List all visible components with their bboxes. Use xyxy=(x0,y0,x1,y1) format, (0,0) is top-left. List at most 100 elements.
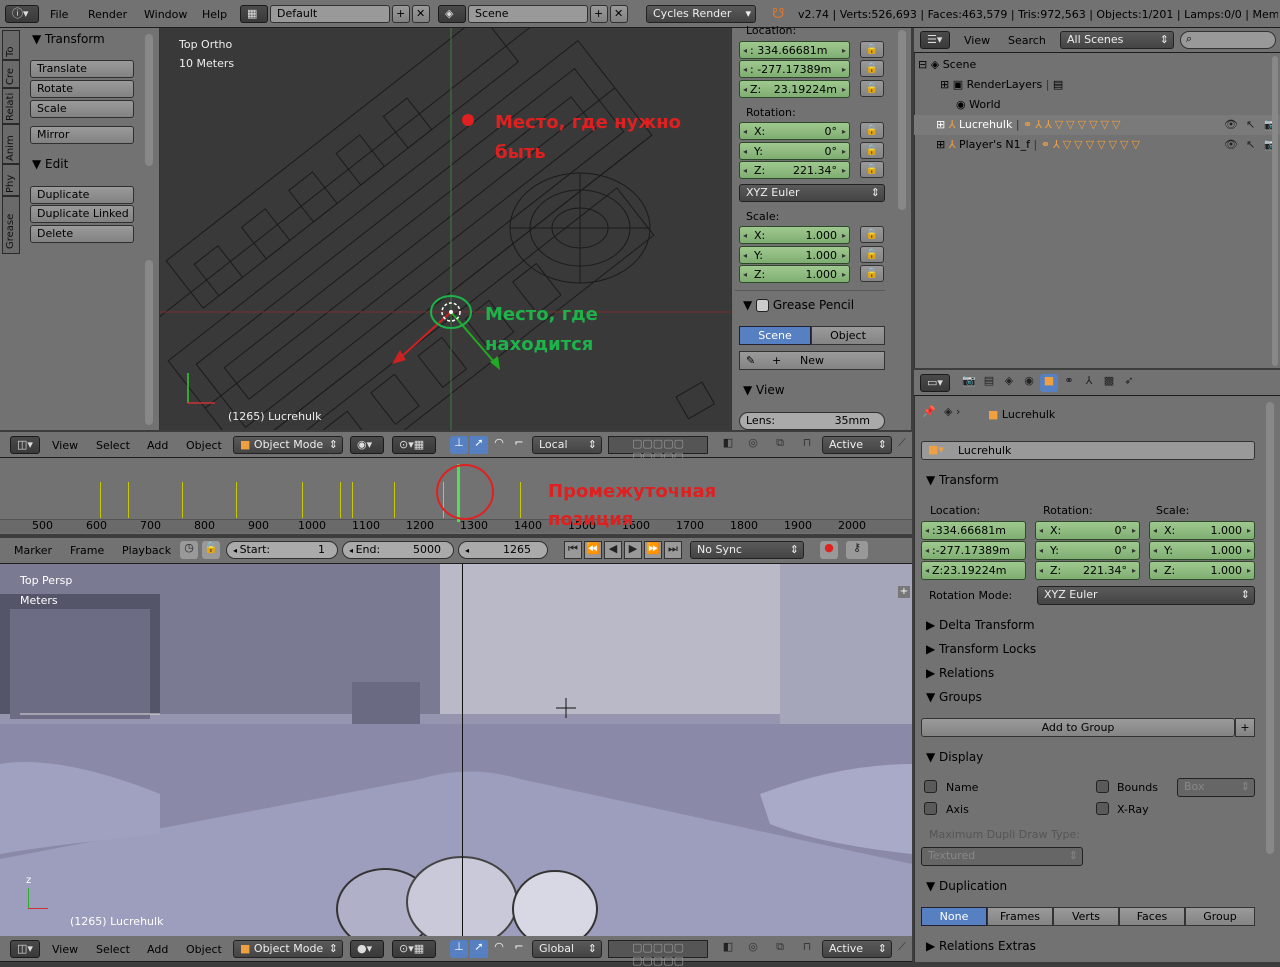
outliner-search-field[interactable]: ⌕ xyxy=(1180,31,1276,49)
keying-set-icon[interactable]: ⚷ xyxy=(846,541,868,559)
editor-type-outliner[interactable]: ☰▾ xyxy=(920,31,950,49)
manipulator-rotate-icon-top[interactable]: ◠ xyxy=(490,436,508,454)
npanel-loc-y[interactable]: ◂: -277.17389m ▸ xyxy=(739,60,850,78)
lock-loc-x-icon[interactable]: 🔒 xyxy=(860,41,884,58)
layout-type[interactable]: ▦ xyxy=(240,5,268,23)
play-reverse-icon[interactable]: ◀ xyxy=(604,541,622,559)
toolshelf-edit-header[interactable]: ▼ Edit xyxy=(32,157,68,171)
layout-field[interactable]: Default xyxy=(270,5,390,23)
npanel-scrollbar[interactable] xyxy=(898,30,906,210)
editor-type-info[interactable]: ⓘ▾ xyxy=(5,5,39,23)
lock-scale-z-icon[interactable]: 🔒 xyxy=(860,265,884,282)
record-icon[interactable]: ● xyxy=(820,541,838,559)
scene-add-button[interactable]: + xyxy=(590,5,608,23)
npanel-loc-z[interactable]: ◂ Z: 23.19224m ▸ xyxy=(739,80,850,98)
npanel-rot-z[interactable]: ◂ Z: 221.34° ▸ xyxy=(739,161,850,179)
pivot-icon-bottom[interactable]: ⊙▾▦ xyxy=(392,940,436,958)
scene-type[interactable]: ◈ xyxy=(438,5,466,23)
lock-rot-z-icon[interactable]: 🔒 xyxy=(860,161,884,178)
menu-add-top[interactable]: Add xyxy=(147,439,168,452)
menu-marker[interactable]: Marker xyxy=(14,544,52,557)
sync-select[interactable]: No Sync ⇕ xyxy=(690,541,804,559)
bounds-type-select[interactable]: Box ⇕ xyxy=(1177,778,1255,797)
lock-camera-icon-top[interactable]: ◧ xyxy=(714,436,742,454)
shading-select-top[interactable]: ◉▾ xyxy=(350,436,384,454)
keyframe-marker[interactable] xyxy=(520,482,521,518)
lock-loc-y-icon[interactable]: 🔒 xyxy=(860,60,884,77)
tab-create[interactable]: Cre xyxy=(2,60,20,88)
shading-select-bottom[interactable]: ●▾ xyxy=(350,940,384,958)
lock-camera-icon-bottom[interactable]: ◧ xyxy=(714,940,742,958)
dup-none-button[interactable]: None xyxy=(921,907,987,926)
add-to-group-button[interactable]: Add to Group xyxy=(921,718,1235,737)
proportional-edit-icon-top[interactable]: ⟋ xyxy=(894,436,910,454)
menu-object-bottom[interactable]: Object xyxy=(186,943,222,956)
keyframe-marker[interactable] xyxy=(182,482,183,518)
props-rotation-mode-select[interactable]: XYZ Euler ⇕ xyxy=(1037,586,1255,605)
render-engine-select[interactable]: Cycles Render ▾ xyxy=(646,5,756,23)
outliner-row-player[interactable]: ⊞ ⅄ Player's N1_f | ⚭⅄▽▽▽▽▽▽▽ xyxy=(936,138,1143,151)
lock-rot-y-icon[interactable]: 🔒 xyxy=(860,142,884,159)
layout-remove-button[interactable]: ✕ xyxy=(412,5,430,23)
outliner-row-lucrehulk[interactable]: ⊞ ⅄ Lucrehulk | ⚭⅄⅄▽▽▽▽▽▽ xyxy=(936,118,1123,131)
menu-frame[interactable]: Frame xyxy=(70,544,104,557)
jump-keyframe-back-icon[interactable]: ⏪ xyxy=(584,541,602,559)
play-icon[interactable]: ▶ xyxy=(624,541,642,559)
modifiers-tab-icon[interactable]: ⅄ xyxy=(1080,374,1098,392)
scene-remove-button[interactable]: ✕ xyxy=(610,5,628,23)
grease-pencil-checkbox[interactable] xyxy=(756,299,770,312)
keyframe-marker[interactable] xyxy=(302,482,303,518)
duplicate-linked-button[interactable]: Duplicate Linked xyxy=(30,205,134,223)
menu-render[interactable]: Render xyxy=(88,8,127,21)
props-scale-z[interactable]: ◂ Z: 1.000 ▸ xyxy=(1149,561,1255,580)
snap-target-icon-bottom[interactable]: ⊓ xyxy=(796,940,818,958)
xray-checkbox[interactable] xyxy=(1096,802,1109,815)
object-name-field[interactable]: ■▾ Lucrehulk xyxy=(921,441,1255,460)
tab-tools[interactable]: To xyxy=(2,30,20,60)
npanel-scale-y[interactable]: ◂ Y: 1.000 ▸ xyxy=(739,246,850,264)
npanel-rot-y[interactable]: ◂ Y: 0° ▸ xyxy=(739,142,850,160)
dup-group-button[interactable]: Group xyxy=(1185,907,1255,926)
viewport-bottom[interactable] xyxy=(0,564,912,936)
dup-verts-button[interactable]: Verts xyxy=(1053,907,1119,926)
visibility-eye-icon[interactable]: 👁 xyxy=(1224,118,1238,131)
tab-physics[interactable]: Phy xyxy=(2,164,20,196)
props-loc-x[interactable]: ◂:334.66681m xyxy=(921,521,1026,540)
lock-scale-x-icon[interactable]: 🔒 xyxy=(860,226,884,243)
manipulator-translate-icon-bottom[interactable]: ⊥ xyxy=(450,940,468,958)
props-rot-y[interactable]: ◂ Y: 0° ▸ xyxy=(1035,541,1140,560)
jump-start-icon[interactable]: ⏮ xyxy=(564,541,582,559)
jump-keyframe-forward-icon[interactable]: ⏩ xyxy=(644,541,662,559)
gp-new-button[interactable]: ✎ + New xyxy=(739,351,885,370)
rotate-button[interactable]: Rotate xyxy=(30,80,134,98)
visibility-eye-icon[interactable]: 👁 xyxy=(1224,138,1238,151)
outliner-scrollbar[interactable] xyxy=(1272,56,1278,366)
start-frame-field[interactable]: ◂ Start: 1 xyxy=(226,541,338,559)
outliner-menu-view[interactable]: View xyxy=(964,34,990,47)
keyframe-marker[interactable] xyxy=(394,482,395,518)
menu-add-bottom[interactable]: Add xyxy=(147,943,168,956)
props-scale-x[interactable]: ◂ X: 1.000 ▸ xyxy=(1149,521,1255,540)
texture-tab-icon[interactable]: ▩ xyxy=(1100,374,1118,392)
npanel-rotation-mode[interactable]: XYZ Euler ⇕ xyxy=(739,184,885,202)
duplicate-button[interactable]: Duplicate xyxy=(30,186,134,204)
outliner-menu-search[interactable]: Search xyxy=(1008,34,1046,47)
constraints-tab-icon[interactable]: ⚭ xyxy=(1060,374,1078,392)
keyframe-marker[interactable] xyxy=(236,482,237,518)
mode-select-bottom[interactable]: ■ Object Mode ⇕ xyxy=(233,940,343,958)
properties-scrollbar[interactable] xyxy=(1266,402,1274,854)
manipulator-scale-icon-top[interactable]: ⌐ xyxy=(510,436,528,454)
props-loc-z[interactable]: ◂ Z:23.19224m xyxy=(921,561,1026,580)
keyframe-marker[interactable] xyxy=(352,482,353,518)
editor-type-properties[interactable]: ▭▾ xyxy=(920,374,950,392)
select-arrow-icon[interactable]: ↖ xyxy=(1246,138,1255,151)
snap-target-icon-top[interactable]: ⊓ xyxy=(796,436,818,454)
relations-extras-header[interactable]: ▶ Relations Extras xyxy=(926,939,1036,953)
display-header[interactable]: ▼ Display xyxy=(926,750,983,764)
editor-type-3dview-top[interactable]: ◫▾ xyxy=(10,436,40,454)
tab-relations[interactable]: Relati xyxy=(2,88,20,124)
dup-frames-button[interactable]: Frames xyxy=(987,907,1053,926)
menu-view-top[interactable]: View xyxy=(52,439,78,452)
menu-view-bottom[interactable]: View xyxy=(52,943,78,956)
object-tab-icon[interactable]: ■ xyxy=(1040,374,1058,392)
